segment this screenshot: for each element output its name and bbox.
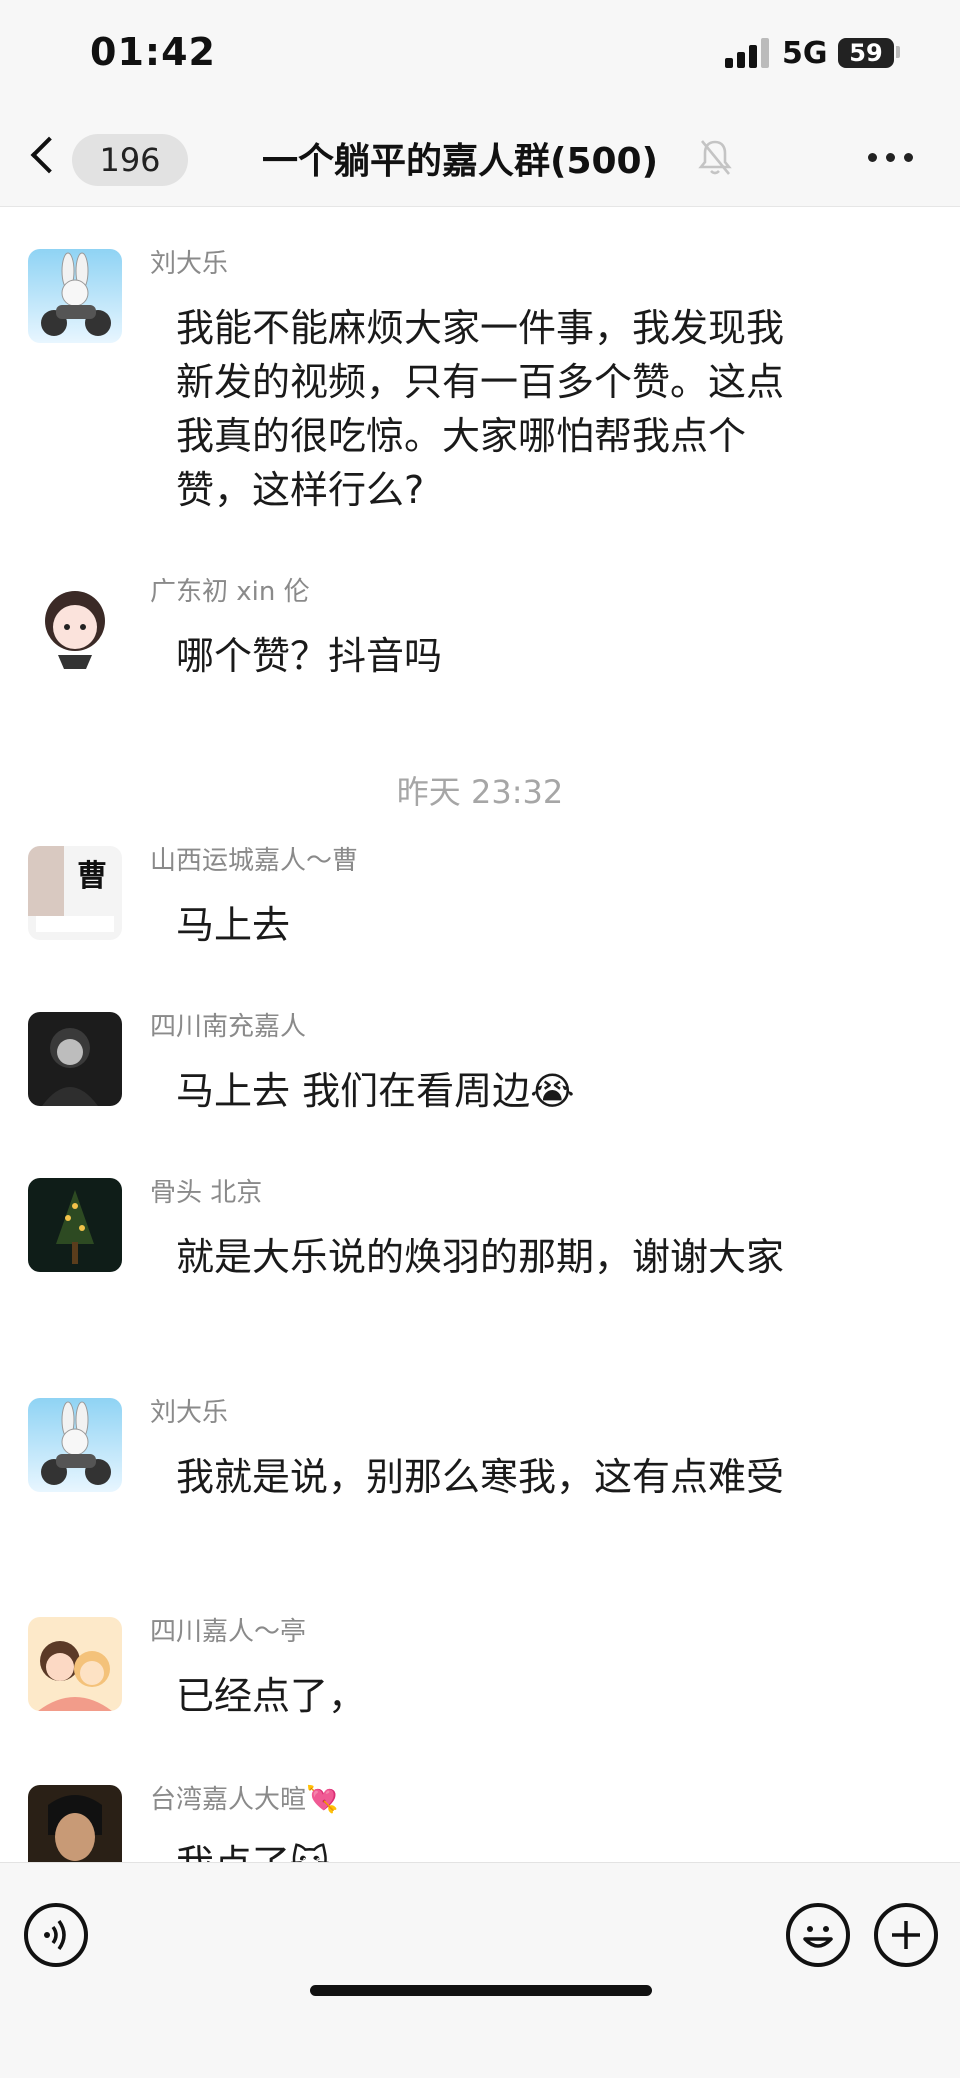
avatar[interactable] <box>28 1178 122 1272</box>
avatar[interactable] <box>28 1785 122 1862</box>
avatar[interactable]: 曹 <box>28 846 122 940</box>
battery-nub <box>896 46 900 58</box>
message-text[interactable]: 马上去 <box>150 884 842 966</box>
sender-name: 刘大乐 <box>150 1398 229 1428</box>
group-title[interactable]: 一个躺平的嘉人群(500) <box>262 132 658 184</box>
avatar[interactable] <box>28 1398 122 1492</box>
home-indicator <box>310 1985 652 1996</box>
message-text[interactable]: 就是大乐说的焕羽的那期，谢谢大家 <box>150 1216 842 1298</box>
avatar[interactable] <box>28 1617 122 1711</box>
network-type: 5G <box>782 36 828 71</box>
avatar[interactable] <box>28 249 122 343</box>
dark-portrait-image <box>42 1028 98 1106</box>
message-text[interactable]: 我点了😺 <box>150 1823 842 1862</box>
sender-name: 刘大乐 <box>150 249 229 279</box>
avatar[interactable] <box>28 577 122 671</box>
sender-name: 广东初 xin 伦 <box>150 577 310 607</box>
sender-name: 四川嘉人～亭 <box>150 1617 307 1647</box>
portrait-image <box>48 1795 102 1861</box>
sender-name: 骨头 北京 <box>150 1178 263 1208</box>
battery-icon: 59 <box>838 38 894 68</box>
sender-name: 台湾嘉人大暄💘 <box>150 1785 339 1815</box>
timestamp-divider: 昨天 23:32 <box>396 773 564 811</box>
back-button[interactable]: 196 <box>28 130 188 186</box>
avatar-character: 曹 <box>77 859 107 894</box>
night-tree-image <box>56 1190 94 1264</box>
message-text[interactable]: 我就是说，别那么寒我，这有点难受 <box>150 1436 842 1518</box>
voice-button[interactable] <box>24 1903 88 1967</box>
unread-count-badge: 196 <box>72 134 188 186</box>
message-text[interactable]: 我能不能麻烦大家一件事，我发现我新发的视频，只有一百多个赞。这点我真的很吃惊。大… <box>150 287 842 531</box>
message-list[interactable]: 刘大乐 我能不能麻烦大家一件事，我发现我新发的视频，只有一百多个赞。这点我真的很… <box>0 207 960 1862</box>
add-button[interactable] <box>874 1903 938 1967</box>
cartoon-couple-image <box>38 1641 112 1711</box>
portrait-with-text-image: 曹 <box>28 846 114 932</box>
avatar[interactable] <box>28 1012 122 1106</box>
chat-header: 196 一个躺平的嘉人群(500) <box>0 110 960 207</box>
rabbit-motorcycle-image <box>41 1401 111 1485</box>
voice-icon <box>44 1919 66 1951</box>
sender-name: 四川南充嘉人 <box>150 1012 307 1042</box>
input-bar <box>0 1862 960 2078</box>
emoji-button[interactable] <box>786 1903 850 1967</box>
status-time: 01:42 <box>90 30 216 74</box>
emoji-icon <box>803 1926 833 1948</box>
cartoon-girl-image <box>45 591 105 669</box>
status-bar: 01:42 5G 59 <box>0 0 960 110</box>
chevron-left-icon <box>30 136 68 174</box>
message-text[interactable]: 已经点了， <box>150 1655 842 1737</box>
plus-icon <box>892 1921 920 1949</box>
bell-slash-icon <box>698 140 732 175</box>
rabbit-motorcycle-image <box>41 252 111 336</box>
message-text[interactable]: 马上去 我们在看周边😭 <box>150 1050 842 1132</box>
message-text[interactable]: 哪个赞？抖音吗 <box>150 615 842 697</box>
cellular-signal-icon <box>725 38 775 68</box>
sender-name: 山西运城嘉人～曹 <box>150 846 359 876</box>
more-options-button[interactable] <box>868 148 918 168</box>
